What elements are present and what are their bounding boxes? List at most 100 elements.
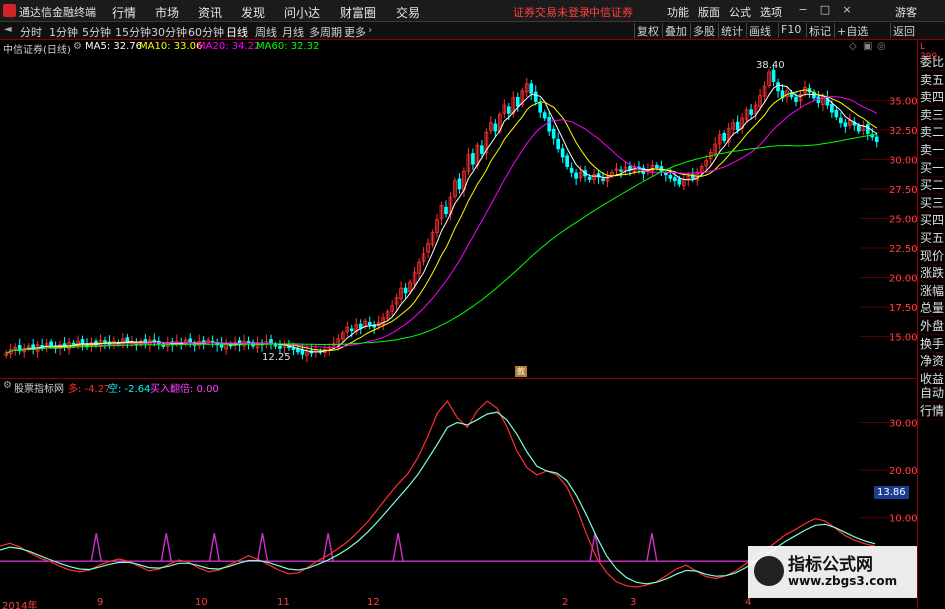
chevron-right-icon[interactable]: › [368,23,372,36]
mark-button[interactable]: 标记 [806,23,833,38]
buy-signal-spike [208,533,221,562]
quote-field-label[interactable]: 涨幅 [918,283,945,300]
watermark: 指标公式网 www.zbgs3.com [748,546,917,598]
candle-body [273,344,278,347]
menu-wealth-circle[interactable]: 财富圈 [340,4,376,21]
period-1min[interactable]: 1分钟 [49,24,78,40]
quote-field-label[interactable]: 总量 [918,300,945,318]
buy-signal-spike [392,533,404,562]
candle-body [672,177,677,182]
quote-field-label[interactable]: 卖五 [918,72,945,89]
period-more[interactable]: 更多 [344,24,366,40]
statistics-button[interactable]: 统计 [718,23,745,38]
auto-quote-label[interactable]: 行情 [918,403,945,420]
indicator-tick-label: 30.00 [889,419,917,430]
candle-body [569,167,574,173]
indicator-axis-labels: 30.00 20.00 10.00 [889,419,917,525]
candle-body [538,102,543,113]
candle-body [830,104,834,113]
expand-icon[interactable]: ▣ [863,41,872,52]
high-price-label: 38.40 [756,60,785,71]
app-name: 通达信金融终端 [19,6,96,19]
quote-field-label[interactable]: 买二 [918,177,945,195]
candle-body [471,153,475,165]
period-30min[interactable]: 30分钟 [151,24,187,40]
quote-field-label[interactable]: 净资 [918,353,945,371]
close-icon[interactable]: × [840,3,854,17]
broker-name[interactable]: 中信证券 [589,4,633,20]
overlay-button[interactable]: 叠加 [662,23,689,38]
candle-body [843,122,848,127]
watermark-url: www.zbgs3.com [788,574,898,588]
f10-button[interactable]: F10 [778,23,803,38]
quote-field-label[interactable]: 买四 [918,212,945,230]
date-tick: 3 [630,597,637,608]
watermark-logo-icon [754,556,784,586]
candle-body [506,106,511,114]
add-watchlist-button[interactable]: +自选 [834,23,870,38]
menu-layout[interactable]: 版面 [698,4,720,20]
auto-quote-label[interactable]: 自动 [918,385,945,402]
quote-field-label[interactable]: 买五 [918,230,945,247]
adjust-button[interactable]: 复权 [634,23,661,38]
candle-body [655,164,659,169]
quote-field-label[interactable]: 现价 [918,248,945,265]
period-5min[interactable]: 5分钟 [82,24,111,40]
quote-field-label[interactable]: 卖一 [918,142,945,159]
menu-news[interactable]: 资讯 [198,4,222,21]
left-arrow-icon[interactable]: ◄ [4,24,12,35]
candle-body [834,109,839,118]
menu-functions[interactable]: 功能 [667,4,689,20]
minimize-icon[interactable]: − [796,3,810,17]
date-tick: 10 [195,597,208,608]
candle-body [776,82,780,92]
quote-field-label[interactable]: 涨跌 [918,265,945,283]
menu-formula[interactable]: 公式 [729,4,751,20]
candle-body [574,172,578,179]
candle-body [856,125,861,132]
quote-field-label[interactable]: 卖四 [918,89,945,107]
period-daily[interactable]: 日线 [226,24,248,40]
back-button[interactable]: 返回 [890,23,917,38]
candle-body [601,178,605,182]
indicator-gear-icon[interactable]: ⚙ [3,380,12,391]
candle-body [161,345,166,347]
menu-market-quotes[interactable]: 行情 [112,4,136,21]
period-intraday[interactable]: 分时 [20,24,42,40]
menu-ask-xiaoda[interactable]: 问小达 [284,4,320,21]
quote-field-label[interactable]: 卖三 [918,107,945,124]
stock-name[interactable]: 中信证券(日线) [3,41,71,56]
diamond-icon[interactable]: ◇ [849,41,857,52]
period-multi[interactable]: 多周期 [309,24,342,40]
candle-body [722,133,727,141]
candle-body [619,169,623,172]
quote-field-label[interactable]: 外盘 [918,318,945,335]
menu-options[interactable]: 选项 [760,4,782,20]
period-weekly[interactable]: 周线 [255,24,277,40]
user-guest[interactable]: 游客 [895,4,917,20]
quote-field-label[interactable]: 委比 [918,54,945,71]
period-15min[interactable]: 15分钟 [115,24,151,40]
quote-field-label[interactable]: 卖二 [918,124,945,142]
menu-market[interactable]: 市场 [155,4,179,21]
collapse-icon[interactable]: ◎ [877,41,886,52]
multi-stock-button[interactable]: 多股 [690,23,717,38]
candle-body [493,123,498,132]
candle-body [533,91,538,102]
draw-line-button[interactable]: 画线 [746,23,773,38]
menu-discover[interactable]: 发现 [241,4,265,21]
menu-bar: 通达信金融终端 行情 市场 资讯 发现 问小达 财富圈 交易 证券交易未登录 中… [0,0,945,22]
menu-trade[interactable]: 交易 [396,4,420,21]
current-value-badge: 13.86 [874,486,909,499]
quote-field-label[interactable]: 买一 [918,160,945,177]
main-candlestick-chart[interactable]: 35.00 32.50 30.00 27.50 25.00 22.50 20.00 17.50… [0,55,917,380]
period-monthly[interactable]: 月线 [282,24,304,40]
period-60min[interactable]: 60分钟 [188,24,224,40]
settings-gear-icon[interactable]: ⚙ [73,41,82,52]
candle-body [291,347,296,350]
quote-field-label[interactable]: 换手 [918,336,945,353]
trade-login-notice[interactable]: 证券交易未登录 [513,4,590,20]
maximize-icon[interactable]: □ [818,3,832,17]
quote-field-label[interactable]: 买三 [918,195,945,212]
event-marker-icon[interactable]: 款 [515,366,527,377]
